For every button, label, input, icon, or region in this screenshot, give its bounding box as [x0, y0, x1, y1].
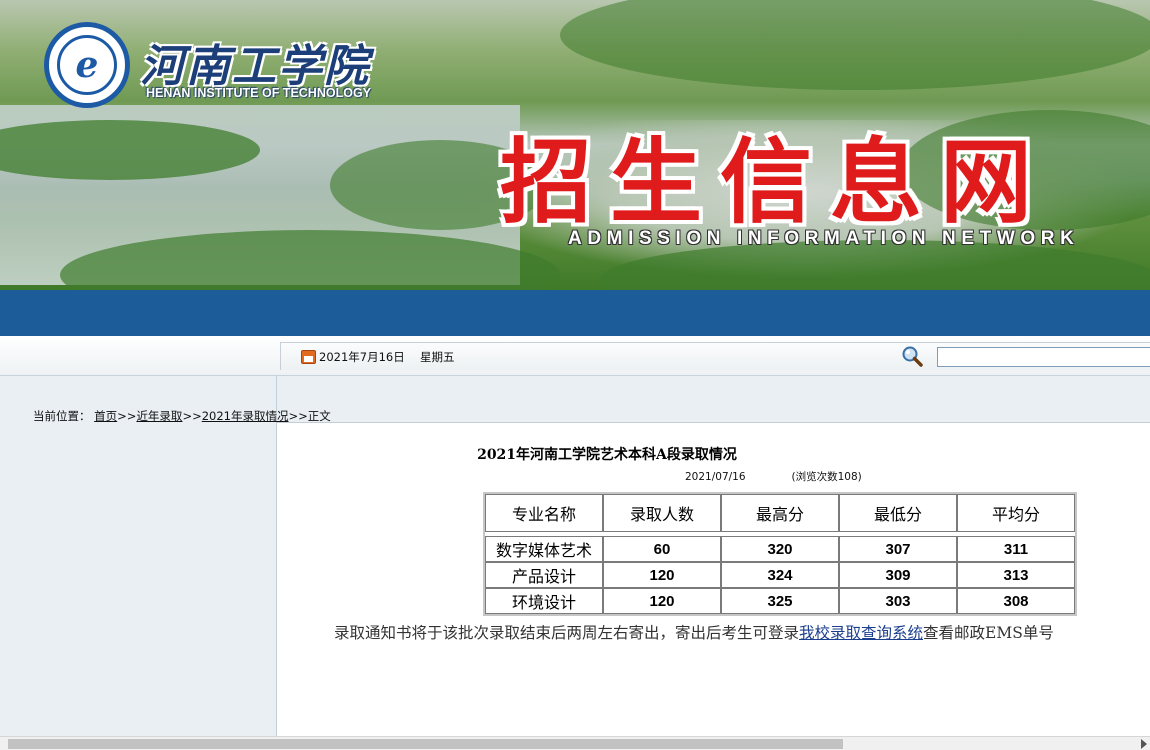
- table-header-cell: 最高分: [721, 494, 839, 532]
- table-header-row: 专业名称 录取人数 最高分 最低分 平均分: [485, 494, 1075, 532]
- table-cell-major: 环境设计: [485, 588, 603, 614]
- table-header-cell: 最低分: [839, 494, 957, 532]
- article-content: 2021年河南工学院艺术本科A段录取情况 2021/07/16 (浏览次数108)…: [277, 422, 1150, 736]
- table-row: 数字媒体艺术 60 320 307 311: [485, 536, 1075, 562]
- article-title: 2021年河南工学院艺术本科A段录取情况: [477, 447, 737, 463]
- article-date: 2021/07/16: [685, 471, 746, 483]
- school-name: 河南工学院: [140, 41, 370, 92]
- left-sidebar: [0, 376, 277, 736]
- table-cell: 320: [721, 536, 839, 562]
- scrollbar-thumb[interactable]: [8, 739, 843, 749]
- breadcrumb-level1-link[interactable]: 近年录取: [136, 409, 182, 423]
- site-title: 招生信息网: [500, 128, 1051, 236]
- breadcrumb-label: 当前位置：: [33, 409, 91, 423]
- breadcrumb-separator: >>: [288, 409, 308, 423]
- school-logo-icon[interactable]: e: [44, 22, 130, 108]
- table-cell: 308: [957, 588, 1075, 614]
- table-header-cell: 专业名称: [485, 494, 603, 532]
- search-icon[interactable]: [901, 345, 923, 367]
- date-search-bar: 2021年7月16日 星期五: [0, 336, 1150, 376]
- horizontal-scrollbar[interactable]: [0, 736, 1150, 750]
- query-system-link[interactable]: 我校录取查询系统: [799, 624, 923, 642]
- article-meta: 2021/07/16 (浏览次数108): [685, 469, 862, 484]
- admission-score-table: 专业名称 录取人数 最高分 最低分 平均分 数字媒体艺术 60 320 307 …: [483, 492, 1077, 616]
- search-input[interactable]: [937, 347, 1150, 367]
- notice-text: 录取通知书将于该批次录取结束后两周左右寄出，寄出后考生可登录: [334, 624, 800, 642]
- breadcrumb-separator: >>: [117, 409, 137, 423]
- banner-trees: [560, 0, 1150, 90]
- breadcrumb-home-link[interactable]: 首页: [94, 409, 117, 423]
- table-cell-major: 产品设计: [485, 562, 603, 588]
- date-box: 2021年7月16日 星期五: [280, 342, 1150, 370]
- table-cell: 307: [839, 536, 957, 562]
- table-cell: 313: [957, 562, 1075, 588]
- table-cell: 303: [839, 588, 957, 614]
- table-cell: 325: [721, 588, 839, 614]
- table-cell: 324: [721, 562, 839, 588]
- breadcrumb-current: 正文: [307, 409, 331, 423]
- site-subtitle: ADMISSION INFORMATION NETWORK: [568, 228, 1080, 249]
- breadcrumb-separator: >>: [182, 409, 202, 423]
- current-date: 2021年7月16日: [319, 350, 405, 364]
- table-header-cell: 平均分: [957, 494, 1075, 532]
- current-weekday: 星期五: [420, 350, 455, 364]
- table-header-cell: 录取人数: [603, 494, 721, 532]
- main-nav-bar: [0, 290, 1150, 336]
- breadcrumb-level2-link[interactable]: 2021年录取情况: [202, 409, 289, 423]
- table-cell: 60: [603, 536, 721, 562]
- breadcrumb-row-bg: [277, 376, 1150, 422]
- notice-text-tail: 查看邮政EMS单号: [923, 624, 1054, 642]
- table-cell: 309: [839, 562, 957, 588]
- scroll-right-arrow-icon[interactable]: [1141, 739, 1147, 749]
- admission-notice: 录取通知书将于该批次录取结束后两周左右寄出，寄出后考生可登录我校录取查询系统查看…: [334, 621, 1150, 643]
- article-views: (浏览次数108): [791, 471, 862, 483]
- table-cell: 120: [603, 562, 721, 588]
- table-cell-major: 数字媒体艺术: [485, 536, 603, 562]
- header-banner: e 河南工学院 HENAN INSTITUTE OF TECHNOLOGY 招生…: [0, 0, 1150, 290]
- table-row: 产品设计 120 324 309 313: [485, 562, 1075, 588]
- table-cell: 311: [957, 536, 1075, 562]
- table-row: 环境设计 120 325 303 308: [485, 588, 1075, 614]
- school-name-en: HENAN INSTITUTE OF TECHNOLOGY: [146, 86, 371, 100]
- table-cell: 120: [603, 588, 721, 614]
- calendar-icon: [301, 350, 316, 364]
